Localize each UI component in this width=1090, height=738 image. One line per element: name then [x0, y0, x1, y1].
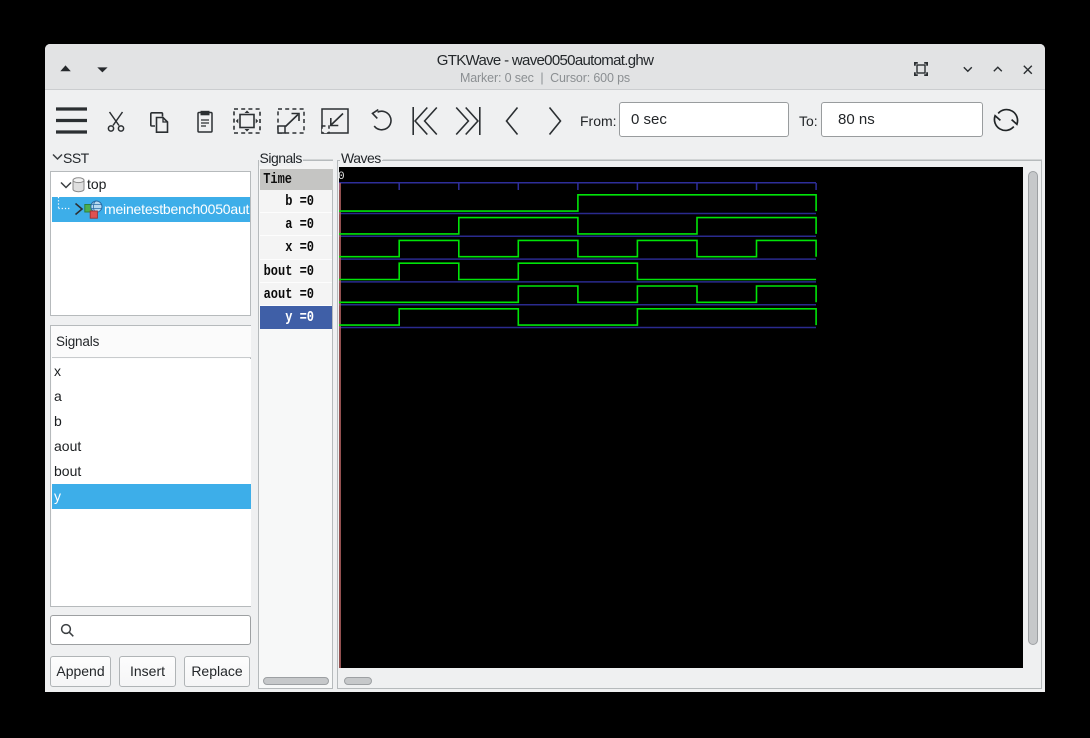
- svg-text:0: 0: [339, 171, 345, 183]
